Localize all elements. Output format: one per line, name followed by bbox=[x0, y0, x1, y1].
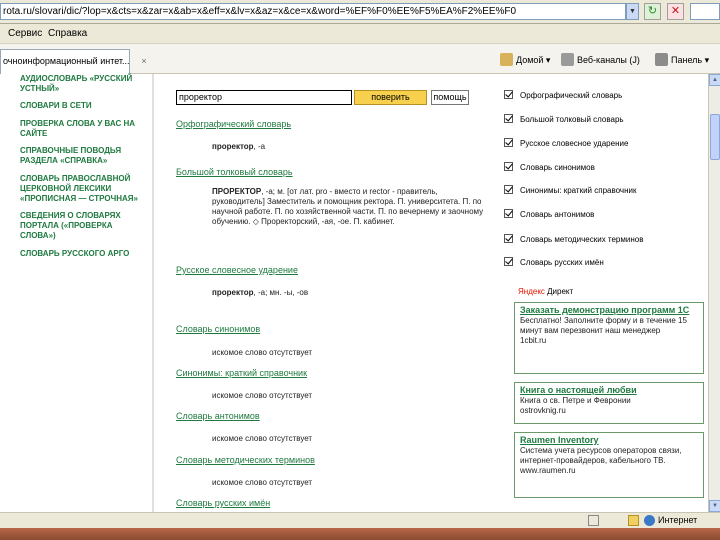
search-button[interactable]: поверить bbox=[354, 90, 427, 105]
dict-entry: ПРОРЕКТОР, -а; м. [от лат. pro - вместо … bbox=[212, 187, 484, 226]
checkbox-checked-icon[interactable] bbox=[504, 138, 513, 147]
nav-link[interactable]: Словарь русского арго bbox=[20, 249, 145, 259]
nav-link[interactable]: Словари в сети bbox=[20, 101, 145, 111]
checkbox-checked-icon[interactable] bbox=[504, 162, 513, 171]
security-zone: Интернет bbox=[658, 515, 698, 525]
ad-url[interactable]: www.raumen.ru bbox=[520, 466, 698, 476]
menu-bar: Сервис Справка bbox=[0, 24, 720, 44]
filter-checkbox[interactable]: Орфографический словарь bbox=[504, 90, 622, 100]
rss-icon bbox=[561, 53, 574, 66]
ad-title[interactable]: Книга о настоящей любви bbox=[520, 385, 698, 396]
filter-checkbox[interactable]: Словарь синонимов bbox=[504, 162, 595, 172]
filter-checkbox[interactable]: Синонимы: краткий справочник bbox=[504, 185, 636, 195]
checkbox-checked-icon[interactable] bbox=[504, 209, 513, 218]
printer-icon bbox=[655, 53, 668, 66]
dict-title[interactable]: Русское словесное ударение bbox=[176, 265, 298, 275]
command-bar: очноинформационный интет... × Домой ▾ Ве… bbox=[0, 44, 720, 74]
status-bar: Интернет bbox=[0, 512, 720, 528]
checkbox-checked-icon[interactable] bbox=[504, 234, 513, 243]
filter-checkbox[interactable]: Большой толковый словарь bbox=[504, 114, 624, 124]
home-button[interactable]: Домой ▾ bbox=[500, 53, 550, 66]
dict-title[interactable]: Орфографический словарь bbox=[176, 119, 291, 129]
help-link[interactable]: помощь bbox=[431, 90, 469, 105]
globe-icon bbox=[644, 515, 655, 526]
stop-icon[interactable]: ✕ bbox=[667, 3, 684, 20]
dict-missing: искомое слово отсутствует bbox=[212, 348, 313, 357]
scroll-thumb[interactable] bbox=[710, 114, 720, 160]
dict-entry: проректор, -а bbox=[212, 142, 266, 151]
dict-title[interactable]: Словарь антонимов bbox=[176, 411, 260, 421]
status-panel-icon bbox=[588, 515, 599, 526]
ad-text: Система учета ресурсов операторов связи,… bbox=[520, 446, 682, 465]
home-icon bbox=[500, 53, 513, 66]
dict-entry: проректор, -а; мн. -ы, -ов bbox=[212, 288, 309, 297]
print-button[interactable]: Панель ▾ bbox=[655, 53, 709, 66]
nav-link[interactable]: Сведения о словарях портала («Проверка с… bbox=[20, 211, 145, 241]
ad-block[interactable]: Raumen Inventory Система учета ресурсов … bbox=[514, 432, 704, 498]
search-input[interactable]: проректор bbox=[176, 90, 352, 105]
address-bar: rota.ru/slovari/dic/?lop=x&cts=x&zar=x&a… bbox=[0, 0, 720, 24]
menu-item-tools[interactable]: Сервис bbox=[8, 28, 42, 39]
dict-title[interactable]: Словарь русских имён bbox=[176, 498, 270, 508]
filter-checkbox[interactable]: Словарь методических терминов bbox=[504, 234, 643, 244]
ad-block[interactable]: Книга о настоящей любви Книга о св. Петр… bbox=[514, 382, 704, 424]
feeds-button[interactable]: Веб-каналы (J) bbox=[561, 53, 640, 66]
ad-block[interactable]: Заказать демонстрацию программ 1С Беспла… bbox=[514, 302, 704, 374]
ad-url[interactable]: 1cbit.ru bbox=[520, 336, 698, 346]
search-box[interactable] bbox=[690, 3, 720, 20]
filter-checkbox[interactable]: Русское словесное ударение bbox=[504, 138, 628, 148]
lock-icon bbox=[628, 515, 639, 526]
nav-link[interactable]: Справочные поводья раздела «Справка» bbox=[20, 146, 145, 166]
page-tab[interactable]: очноинформационный интет... bbox=[0, 49, 130, 74]
checkbox-checked-icon[interactable] bbox=[504, 90, 513, 99]
ad-text: Бесплатно! Заполните форму и в течение 1… bbox=[520, 316, 687, 335]
dict-missing: искомое слово отсутствует bbox=[212, 391, 313, 400]
divider bbox=[152, 74, 154, 512]
dict-missing: искомое слово отсутствует bbox=[212, 478, 313, 487]
nav-link[interactable]: Аудиословарь «Русский устный» bbox=[20, 74, 145, 94]
scroll-down-icon[interactable]: ▼ bbox=[709, 500, 720, 512]
dict-missing: искомое слово отсутствует bbox=[212, 434, 313, 443]
ad-url[interactable]: ostrovknig.ru bbox=[520, 406, 698, 416]
dict-title[interactable]: Большой толковый словарь bbox=[176, 167, 293, 177]
filter-checkbox[interactable]: Словарь антонимов bbox=[504, 209, 594, 219]
dict-title[interactable]: Словарь синонимов bbox=[176, 324, 260, 334]
filter-checkbox[interactable]: Словарь русских имён bbox=[504, 257, 604, 267]
scroll-up-icon[interactable]: ▲ bbox=[709, 74, 720, 86]
vertical-scrollbar[interactable]: ▲ ▼ bbox=[708, 74, 720, 512]
checkbox-checked-icon[interactable] bbox=[504, 114, 513, 123]
checkbox-checked-icon[interactable] bbox=[504, 257, 513, 266]
left-nav bbox=[0, 74, 152, 512]
dict-title[interactable]: Синонимы: краткий справочник bbox=[176, 368, 307, 378]
nav-link[interactable]: Проверка слова у вас на сайте bbox=[20, 119, 145, 139]
dict-title[interactable]: Словарь методических терминов bbox=[176, 455, 315, 465]
menu-item-help[interactable]: Справка bbox=[48, 28, 87, 39]
ad-text: Книга о св. Петре и Февронии bbox=[520, 396, 631, 405]
yandex-direct-label[interactable]: Яндекс Директ bbox=[518, 287, 573, 296]
refresh-icon[interactable]: ↻ bbox=[644, 3, 661, 20]
address-dropdown-icon[interactable]: ▼ bbox=[626, 3, 639, 20]
ad-title[interactable]: Заказать демонстрацию программ 1С bbox=[520, 305, 698, 316]
tab-close-icon[interactable]: × bbox=[138, 56, 150, 66]
address-input[interactable]: rota.ru/slovari/dic/?lop=x&cts=x&zar=x&a… bbox=[0, 3, 626, 20]
nav-link[interactable]: Словарь православной церковной лексики «… bbox=[20, 174, 145, 204]
checkbox-checked-icon[interactable] bbox=[504, 185, 513, 194]
ad-title[interactable]: Raumen Inventory bbox=[520, 435, 698, 446]
taskbar bbox=[0, 528, 720, 540]
